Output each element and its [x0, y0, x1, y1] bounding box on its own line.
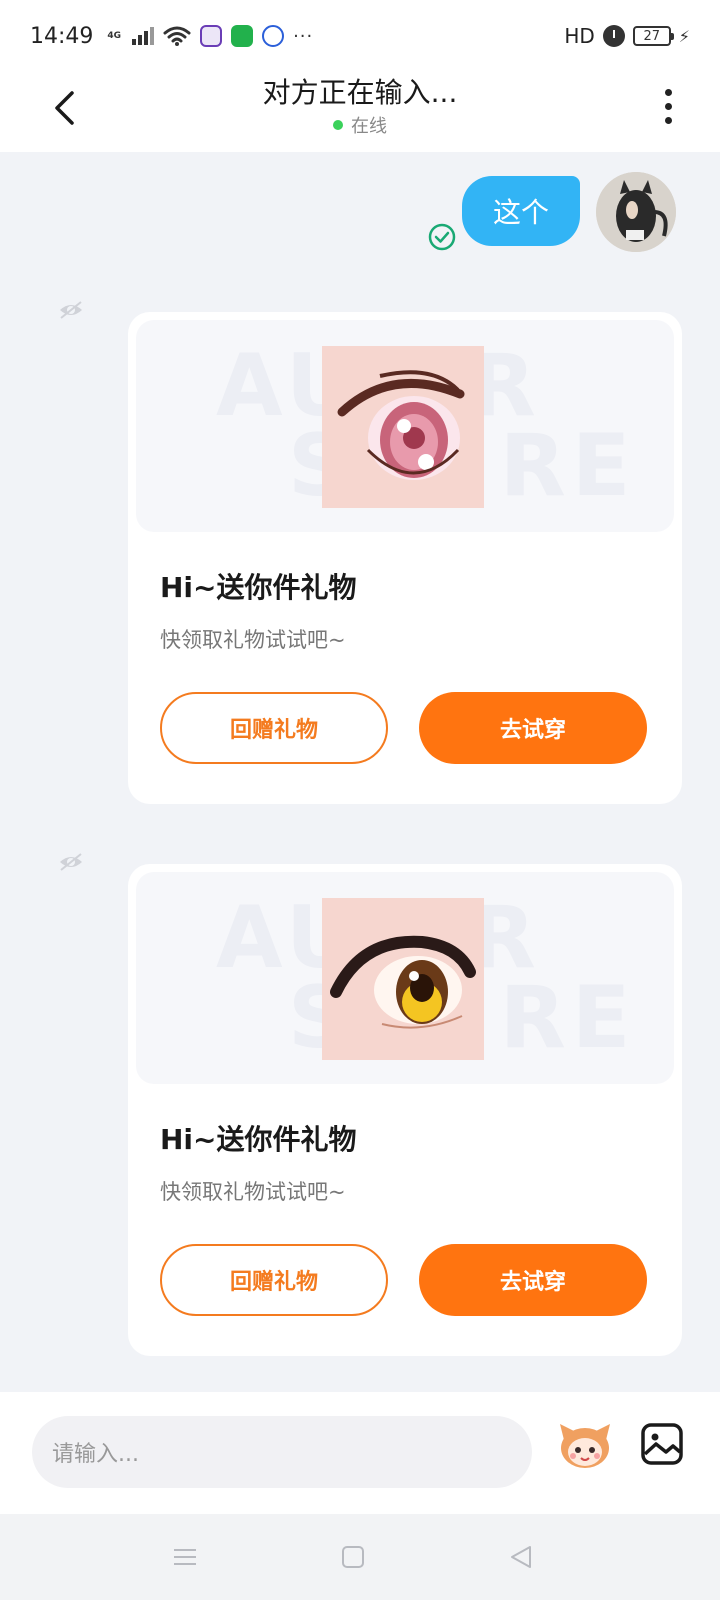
- baidu-notification-icon: [262, 25, 285, 47]
- eye-slash-icon: [60, 301, 82, 319]
- home-icon[interactable]: [338, 1542, 368, 1572]
- return-gift-button[interactable]: 回赠礼物: [160, 1244, 388, 1316]
- gift-description: 快领取礼物试试吧~: [160, 1180, 346, 1204]
- gift-description: 快领取礼物试试吧~: [160, 628, 346, 652]
- eye-slash-icon: [60, 853, 82, 871]
- status-left-icons: 4G ···: [107, 25, 313, 47]
- chat-header: 对方正在输入... 在线: [0, 72, 720, 152]
- hd-label: HD: [564, 24, 595, 48]
- more-dot: [664, 102, 672, 110]
- signal-icon: [132, 27, 155, 45]
- gift-title: Hi~送你件礼物: [160, 571, 357, 604]
- system-nav-bar: [0, 1514, 720, 1600]
- more-options-button[interactable]: [656, 84, 680, 128]
- image-upload-icon[interactable]: [640, 1422, 684, 1466]
- return-gift-button[interactable]: 回赠礼物: [160, 692, 388, 764]
- online-status-label: 在线: [351, 116, 387, 137]
- avatar-image: [596, 172, 676, 252]
- back-triangle-icon[interactable]: [506, 1542, 536, 1572]
- status-time: 14:49: [30, 23, 94, 49]
- pink-anime-eye-icon: [322, 346, 484, 508]
- online-dot-icon: [333, 120, 343, 130]
- status-right: HD 27 ⚡: [564, 24, 690, 48]
- charging-icon: ⚡: [678, 26, 690, 46]
- gift-card[interactable]: AU R S RE Hi~送你件礼物 快领取礼物试试吧~ 回赠礼物 去试穿: [128, 312, 682, 804]
- gift-preview: AU R S RE: [136, 320, 674, 532]
- sticker-icon[interactable]: [556, 1414, 614, 1472]
- message-input[interactable]: 请输入...: [32, 1416, 532, 1488]
- read-check-icon: [428, 223, 456, 251]
- menu-icon[interactable]: [170, 1542, 200, 1572]
- page-title: 对方正在输入...: [262, 76, 458, 109]
- wallet-notification-icon: [231, 25, 254, 47]
- wifi-icon: [163, 26, 191, 46]
- sent-message-bubble[interactable]: 这个: [462, 176, 580, 246]
- status-bar: 14:49 4G ··· HD 27 ⚡: [0, 0, 720, 72]
- gift-title: Hi~送你件礼物: [160, 1123, 357, 1156]
- app-notification-icon: [200, 25, 223, 47]
- alarm-icon: [602, 25, 625, 47]
- input-bar: 请输入...: [0, 1392, 720, 1514]
- online-status: 在线: [0, 112, 720, 138]
- try-on-button[interactable]: 去试穿: [419, 692, 647, 764]
- network-type-label: 4G: [107, 31, 122, 41]
- try-on-button[interactable]: 去试穿: [419, 1244, 647, 1316]
- battery-icon: 27: [632, 26, 674, 46]
- gift-card[interactable]: AU R S RE Hi~送你件礼物 快领取礼物试试吧~ 回赠礼物 去试穿: [128, 864, 682, 1356]
- more-dot: [664, 116, 672, 124]
- battery-level: 27: [643, 28, 661, 44]
- gift-preview: AU R S RE: [136, 872, 674, 1084]
- more-dot: [664, 88, 672, 96]
- avatar[interactable]: [596, 172, 676, 252]
- more-notifications-icon: ···: [293, 25, 314, 47]
- golden-anime-eye-icon: [322, 898, 484, 1060]
- sent-message-row: 这个: [376, 172, 676, 262]
